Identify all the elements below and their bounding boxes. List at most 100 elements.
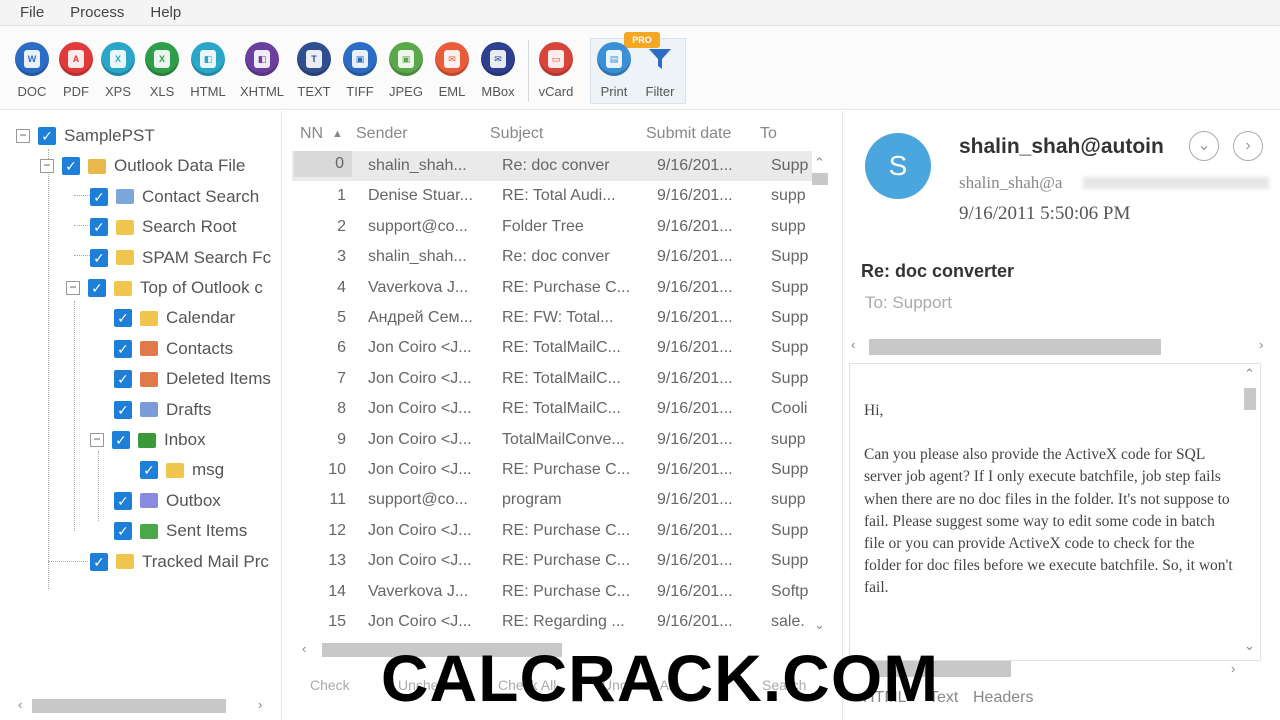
tree-item-label: Deleted Items [166, 369, 271, 389]
scroll-thumb[interactable] [812, 173, 828, 185]
cell-subject: TotalMailConve... [502, 430, 625, 448]
tree-item-tracked-mail-prc[interactable]: ✓ Tracked Mail Prc [90, 549, 269, 575]
checkbox[interactable]: ✓ [114, 309, 132, 328]
cell-sender: Vaverkova J... [368, 582, 469, 600]
scroll-up-icon[interactable]: ⌃ [814, 155, 825, 171]
cell-date: 9/16/201... [657, 491, 733, 509]
cell-nn: 9 [337, 430, 346, 448]
column-nn[interactable]: NN [300, 125, 323, 143]
inbox-icon [138, 432, 156, 448]
tree-item-samplepst[interactable]: − ✓ SamplePST [16, 123, 155, 149]
checkbox[interactable]: ✓ [90, 552, 108, 571]
table-row[interactable]: 8 Jon Coiro <J... RE: TotalMailC... 9/16/20… [292, 394, 812, 424]
cell-subject: program [502, 491, 562, 509]
table-row[interactable]: 9 Jon Coiro <J... TotalMailConve... 9/16/20… [292, 425, 812, 455]
table-row[interactable]: 13 Jon Coiro <J... RE: Purchase C... 9/16/2… [292, 546, 812, 576]
cell-subject: RE: TotalMailC... [502, 369, 621, 387]
table-row[interactable]: 3 shalin_shah... Re: doc conver 9/16/201...… [292, 242, 812, 272]
table-row[interactable]: 11 support@co... program 9/16/201... supp [292, 485, 812, 515]
scroll-thumb[interactable] [869, 339, 1161, 355]
table-row[interactable]: 5 Андрей Сем... RE: FW: Total... 9/16/201..… [292, 303, 812, 333]
message-body[interactable]: Hi, Can you please also provide the Acti… [849, 363, 1261, 661]
icon-glyph: ✉ [490, 50, 506, 68]
scroll-thumb[interactable] [1244, 388, 1256, 410]
tree-item-msg[interactable]: ✓ msg [140, 457, 224, 483]
table-row[interactable]: 4 Vaverkova J... RE: Purchase C... 9/16/201… [292, 273, 812, 303]
cell-subject: RE: TotalMailC... [502, 339, 621, 357]
tree-item-inbox[interactable]: − ✓ Inbox [90, 427, 206, 453]
cell-to: Supp [771, 552, 809, 570]
collapse-icon[interactable]: − [40, 159, 54, 174]
cell-subject: RE: Purchase C... [502, 552, 631, 570]
cell-sender: Jon Coiro <J... [368, 369, 472, 387]
tree-item-outlook-data-file[interactable]: − ✓ Outlook Data File [40, 153, 245, 179]
checkbox[interactable]: ✓ [90, 218, 108, 237]
cell-nn: 2 [337, 217, 346, 235]
checkbox[interactable]: ✓ [114, 339, 132, 358]
table-row[interactable]: 1 Denise Stuar... RE: Total Audi... 9/16/20… [292, 181, 812, 211]
xls-icon: X [145, 42, 179, 76]
table-row[interactable]: 2 support@co... Folder Tree 9/16/201... supp [292, 212, 812, 242]
tree-item-outbox[interactable]: ✓ Outbox [114, 488, 221, 514]
checkbox[interactable]: ✓ [62, 157, 80, 176]
collapse-icon[interactable]: − [90, 433, 104, 447]
tree-item-calendar[interactable]: ✓ Calendar [114, 305, 235, 331]
checkbox[interactable]: ✓ [114, 491, 132, 510]
body-vertical-scrollbar[interactable]: ⌃ ⌄ [1240, 364, 1260, 660]
menu-file[interactable]: File [20, 4, 44, 21]
column-to[interactable]: To [760, 125, 777, 143]
table-row[interactable]: 10 Jon Coiro <J... RE: Purchase C... 9/16/2… [292, 455, 812, 485]
tree-item-sent-items[interactable]: ✓ Sent Items [114, 518, 247, 544]
checkbox[interactable]: ✓ [112, 431, 130, 449]
checkbox[interactable]: ✓ [114, 400, 132, 419]
collapse-icon[interactable]: − [16, 129, 30, 143]
deleted-items-icon [140, 371, 158, 387]
html-export-button[interactable]: ◧ HTML [186, 42, 230, 99]
checkbox[interactable]: ✓ [114, 522, 132, 541]
xhtml-export-button[interactable]: ◧ XHTML [240, 42, 284, 99]
cell-subject: RE: Total Audi... [502, 187, 616, 205]
checkbox[interactable]: ✓ [140, 461, 158, 480]
chevron-down-icon[interactable]: ⌄ [1189, 131, 1219, 161]
table-row[interactable]: 7 Jon Coiro <J... RE: TotalMailC... 9/16/20… [292, 364, 812, 394]
menu-process[interactable]: Process [70, 4, 124, 21]
collapse-icon[interactable]: − [66, 281, 80, 295]
table-row[interactable]: 0 shalin_shah... Re: doc conver 9/16/201...… [292, 151, 812, 181]
checkbox[interactable]: ✓ [38, 127, 56, 145]
menu-help[interactable]: Help [150, 4, 181, 21]
table-row[interactable]: 14 Vaverkova J... RE: Purchase C... 9/16/20… [292, 577, 812, 607]
folder-icon [116, 250, 134, 266]
cell-date: 9/16/201... [657, 187, 733, 205]
tree-item-top-of-outlook-c[interactable]: − ✓ Top of Outlook c [66, 275, 263, 301]
scroll-right-icon[interactable]: › [1259, 337, 1263, 352]
cell-subject: Re: doc conver [502, 157, 610, 174]
tree-item-contact-search[interactable]: ✓ Contact Search [90, 184, 259, 210]
checkbox[interactable]: ✓ [90, 248, 108, 267]
checkbox[interactable]: ✓ [90, 187, 108, 206]
scroll-left-icon[interactable]: ‹ [851, 337, 855, 352]
chevron-right-icon[interactable]: › [1233, 131, 1263, 161]
tree-item-deleted-items[interactable]: ✓ Deleted Items [114, 366, 271, 392]
tree-item-drafts[interactable]: ✓ Drafts [114, 397, 211, 423]
filter-button[interactable]: Filter [638, 42, 682, 99]
list-vertical-scrollbar[interactable]: ⌃ ⌄ [812, 155, 828, 635]
avatar: S [865, 133, 931, 199]
table-row[interactable]: 12 Jon Coiro <J... RE: Purchase C... 9/16/2… [292, 516, 812, 546]
mbox-export-button[interactable]: ✉ MBox [476, 42, 520, 99]
scroll-down-icon[interactable]: ⌄ [814, 617, 825, 633]
column-subject[interactable]: Subject [490, 125, 543, 143]
preview-horizontal-scrollbar[interactable]: ‹ › [851, 335, 1271, 357]
column-submit-date[interactable]: Submit date [646, 125, 731, 143]
tree-item-contacts[interactable]: ✓ Contacts [114, 336, 233, 362]
checkbox[interactable]: ✓ [88, 279, 106, 297]
cell-sender: Jon Coiro <J... [368, 521, 472, 539]
scroll-up-icon[interactable]: ⌃ [1244, 366, 1255, 382]
table-row[interactable]: 6 Jon Coiro <J... RE: TotalMailC... 9/16/20… [292, 333, 812, 363]
tree-item-spam-search-fc[interactable]: ✓ SPAM Search Fc [90, 245, 271, 271]
column-sender[interactable]: Sender [356, 125, 408, 143]
tree-item-search-root[interactable]: ✓ Search Root [90, 214, 237, 240]
table-row[interactable]: 15 Jon Coiro <J... RE: Regarding ... 9/16/2… [292, 607, 812, 637]
checkbox[interactable]: ✓ [114, 370, 132, 389]
vcard-export-button[interactable]: ▭ vCard [534, 42, 578, 99]
cell-to: Supp [771, 309, 809, 326]
